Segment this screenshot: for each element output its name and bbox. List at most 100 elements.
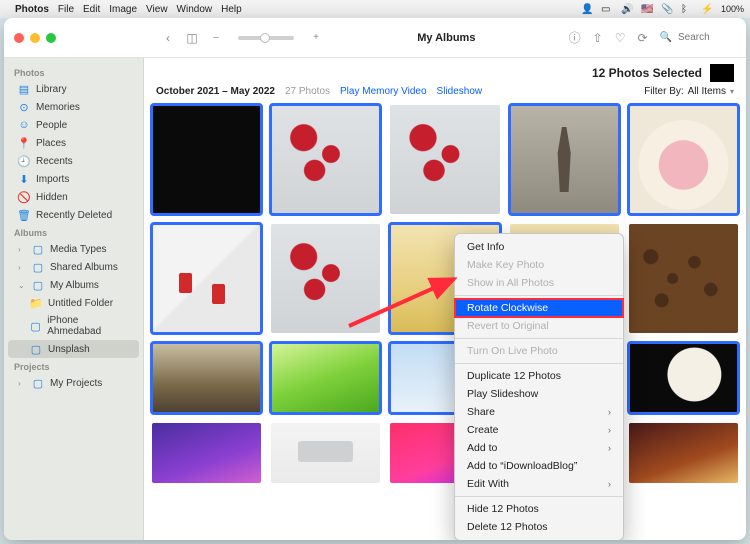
photo-thumbnail[interactable] <box>271 343 380 413</box>
menu-item-edit-with[interactable]: Edit With› <box>455 475 623 493</box>
sidebar-item-label: Places <box>36 138 66 149</box>
search-field[interactable]: 🔍 <box>660 31 736 44</box>
share-icon[interactable]: ⇧ <box>593 31 603 45</box>
menubar-edit[interactable]: Edit <box>83 4 100 15</box>
back-button[interactable]: ‹ <box>160 31 176 45</box>
menu-item-hide-12-photos[interactable]: Hide 12 Photos <box>455 500 623 518</box>
menu-separator <box>455 295 623 296</box>
menu-item-add-to[interactable]: Add to› <box>455 439 623 457</box>
bluetooth-icon[interactable]: ᛒ <box>681 4 692 15</box>
library-icon: ▤ <box>18 83 30 95</box>
menubar-file[interactable]: File <box>58 4 74 15</box>
folder-icon: ▢ <box>32 377 44 389</box>
photo-image <box>271 105 380 214</box>
folder-icon: 📁 <box>30 297 42 309</box>
close-button[interactable] <box>14 33 24 43</box>
sidebar-item-places[interactable]: 📍Places <box>8 134 139 152</box>
photo-thumbnail[interactable] <box>271 105 380 214</box>
selection-header: 12 Photos Selected <box>144 58 746 84</box>
slideshow-link[interactable]: Slideshow <box>437 86 483 97</box>
sidebar-item-recents[interactable]: 🕘Recents <box>8 152 139 170</box>
square-view-icon[interactable]: ◫ <box>184 31 200 45</box>
photo-thumbnail[interactable] <box>152 423 261 483</box>
photo-thumbnail[interactable] <box>271 423 380 483</box>
zoom-button[interactable] <box>46 33 56 43</box>
menu-item-play-slideshow[interactable]: Play Slideshow <box>455 385 623 403</box>
user-icon[interactable]: 👤 <box>581 4 592 15</box>
window-title: My Albums <box>324 32 569 44</box>
menubar-window[interactable]: Window <box>177 4 213 15</box>
rotate-icon[interactable]: ⟳ <box>637 31 647 45</box>
display-icon[interactable]: ▭ <box>601 4 612 15</box>
photo-thumbnail[interactable] <box>629 224 738 333</box>
photo-thumbnail[interactable] <box>152 105 261 214</box>
menu-item-label: Add to <box>467 442 497 454</box>
photo-image <box>510 105 619 214</box>
menu-item-rotate-clockwise[interactable]: Rotate Clockwise <box>455 299 623 317</box>
recents-icon: 🕘 <box>18 155 30 167</box>
flag-icon[interactable]: 🇺🇸 <box>641 4 652 15</box>
volume-icon[interactable]: 🔊 <box>621 4 632 15</box>
menu-item-add-to-idownloadblog-[interactable]: Add to “iDownloadBlog” <box>455 457 623 475</box>
chevron-down-icon[interactable]: ▾ <box>730 87 734 96</box>
photo-thumbnail[interactable] <box>152 224 261 333</box>
sidebar-section-photos: Photos <box>4 64 143 80</box>
menubar-image[interactable]: Image <box>109 4 137 15</box>
photo-thumbnail[interactable] <box>510 105 619 214</box>
sidebar-item-my-albums[interactable]: ⌄▢My Albums <box>8 276 139 294</box>
minimize-button[interactable] <box>30 33 40 43</box>
search-icon: 🔍 <box>660 32 672 43</box>
sidebar-item-unsplash[interactable]: ▢Unsplash <box>8 340 139 358</box>
zoom-out-icon[interactable]: – <box>208 32 224 43</box>
menu-item-label: Create <box>467 424 499 436</box>
menu-separator <box>455 496 623 497</box>
photo-image <box>152 343 261 413</box>
menubar-app[interactable]: Photos <box>15 4 49 15</box>
menu-item-share[interactable]: Share› <box>455 403 623 421</box>
sidebar-item-people[interactable]: ☺People <box>8 116 139 134</box>
info-icon[interactable]: ⓘ <box>569 29 581 46</box>
sidebar-item-shared-albums[interactable]: ›▢Shared Albums <box>8 258 139 276</box>
sidebar-item-library[interactable]: ▤ Library <box>8 80 139 98</box>
favorite-icon[interactable]: ♡ <box>615 31 626 45</box>
search-input[interactable] <box>676 31 736 44</box>
zoom-in-icon[interactable]: + <box>308 32 324 43</box>
menubar-help[interactable]: Help <box>221 4 242 15</box>
menu-item-delete-12-photos[interactable]: Delete 12 Photos <box>455 518 623 536</box>
sidebar-item-iphone-ahmedabad[interactable]: ▢iPhone Ahmedabad <box>8 312 139 340</box>
sidebar-item-untitled-folder[interactable]: 📁 Untitled Folder <box>8 294 139 312</box>
photo-thumbnail[interactable] <box>629 343 738 413</box>
attachment-icon[interactable]: 📎 <box>661 4 672 15</box>
menu-item-duplicate-12-photos[interactable]: Duplicate 12 Photos <box>455 367 623 385</box>
menubar-view[interactable]: View <box>146 4 168 15</box>
menu-separator <box>455 338 623 339</box>
submenu-chevron-icon: › <box>608 425 611 435</box>
photo-image <box>152 423 261 483</box>
battery-icon[interactable]: ⚡ <box>701 4 712 15</box>
menu-item-get-info[interactable]: Get Info <box>455 238 623 256</box>
menu-item-label: Add to “iDownloadBlog” <box>467 460 577 472</box>
toolbar: ‹ ◫ – + My Albums ⓘ ⇧ ♡ ⟳ 🔍 <box>4 18 746 58</box>
sidebar-item-memories[interactable]: ⊙Memories <box>8 98 139 116</box>
sidebar-item-my-projects[interactable]: ›▢My Projects <box>8 374 139 392</box>
photo-thumbnail[interactable] <box>629 423 738 483</box>
photo-thumbnail[interactable] <box>271 224 380 333</box>
filter-value[interactable]: All Items <box>688 86 726 97</box>
photo-thumbnail[interactable] <box>629 105 738 214</box>
filter-by-label: Filter By: <box>644 86 683 97</box>
menu-item-create[interactable]: Create › <box>455 421 623 439</box>
sidebar-item-recently-deleted[interactable]: 🗑Recently Deleted <box>8 206 139 224</box>
sidebar-item-hidden[interactable]: 🚫Hidden <box>8 188 139 206</box>
play-memory-link[interactable]: Play Memory Video <box>340 86 427 97</box>
photo-thumbnail[interactable] <box>390 105 499 214</box>
menu-item-make-key-photo: Make Key Photo <box>455 256 623 274</box>
sidebar-item-label: Untitled Folder <box>48 298 113 309</box>
photo-image <box>629 105 738 214</box>
sidebar-item-media-types[interactable]: ›▢Media Types <box>8 240 139 258</box>
menu-item-label: Show in All Photos <box>467 277 554 289</box>
sidebar-section-albums: Albums <box>4 224 143 240</box>
zoom-slider[interactable] <box>238 36 294 40</box>
sidebar-item-imports[interactable]: ⬇Imports <box>8 170 139 188</box>
sidebar-item-label: Library <box>36 84 67 95</box>
photo-thumbnail[interactable] <box>152 343 261 413</box>
